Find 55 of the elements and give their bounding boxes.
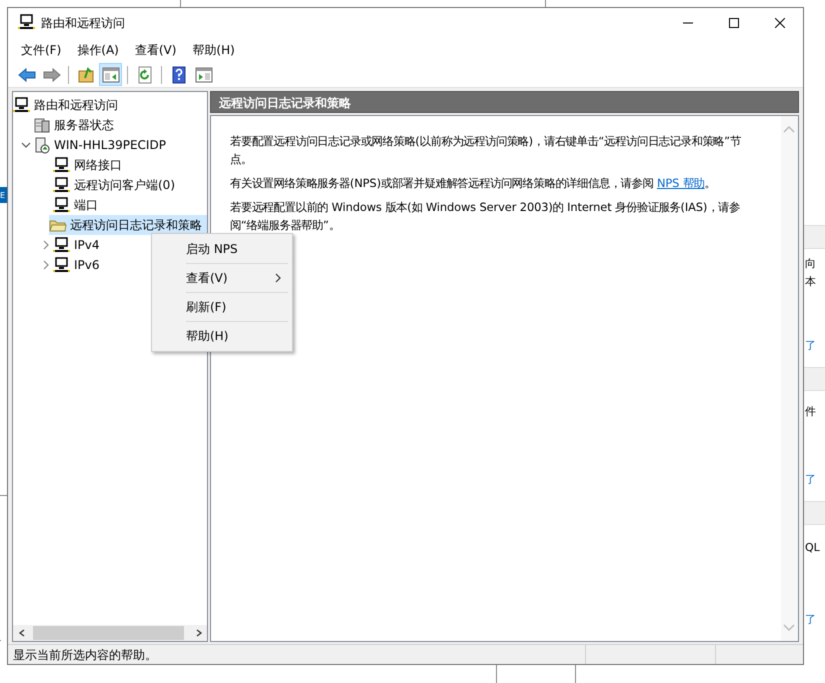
tree-item[interactable]: WIN-HHL39PECIDP: [51, 136, 169, 154]
scroll-left-icon[interactable]: [18, 629, 26, 637]
nps-help-link[interactable]: NPS 帮助: [656, 176, 705, 190]
fragment-text: 向: [805, 257, 816, 270]
paragraph: 若要远程配置以前的 Windows 版本(如 Windows Server 2003)的 Internet 身份验证服务(IAS)，请参阅“络端服务器帮助”。: [230, 199, 741, 234]
tree-item[interactable]: 端口: [71, 196, 101, 214]
forward-icon: [42, 66, 60, 84]
show-pane-icon: [194, 66, 212, 84]
fragment-text: E: [0, 191, 6, 200]
server-icon: [33, 136, 51, 154]
tree-item[interactable]: 服务器状态: [51, 116, 117, 134]
link-fragment[interactable]: 了: [805, 473, 816, 486]
tree-item[interactable]: IPv6: [71, 256, 103, 274]
tree-item[interactable]: 网络接口: [71, 156, 125, 174]
computer-icon: [53, 256, 71, 274]
context-menu-item[interactable]: 帮助(H): [154, 323, 290, 349]
fragment-text: 本: [805, 275, 816, 288]
context-menu-item[interactable]: 查看(V): [154, 265, 290, 291]
menu-item[interactable]: 操作(A): [70, 38, 126, 60]
expand-icon[interactable]: [41, 240, 51, 250]
scroll-right-icon[interactable]: [194, 629, 202, 637]
computer-icon: [53, 196, 71, 214]
menu-item[interactable]: 查看(V): [128, 38, 184, 60]
collapse-icon[interactable]: [21, 140, 31, 150]
link-fragment[interactable]: 了: [805, 613, 816, 626]
show-tree-icon: [102, 66, 120, 84]
fragment-text: QL: [805, 541, 820, 554]
back-icon: [18, 66, 36, 84]
expand-icon[interactable]: [41, 260, 51, 270]
fragment-text: 件: [805, 405, 816, 418]
computer-icon: [53, 156, 71, 174]
maximize-icon: [729, 18, 739, 28]
menu-item[interactable]: 文件(F): [14, 38, 68, 60]
link-fragment[interactable]: 了: [805, 339, 816, 352]
tree-item[interactable]: IPv4: [71, 236, 103, 254]
app-icon: [18, 14, 35, 31]
computer-icon: [53, 176, 71, 194]
close-icon: [775, 18, 785, 28]
context-menu-item[interactable]: 刷新(F): [154, 294, 290, 320]
tree-item[interactable]: 路由和远程访问: [31, 96, 121, 114]
refresh-icon: [136, 66, 154, 84]
help-icon: [170, 66, 188, 84]
paragraph: 若要配置远程访问日志记录或网络策略(以前称为远程访问策略)，请右键单击“远程访问日志记录和策略”节点。: [230, 133, 742, 168]
scrollbar-thumb[interactable]: [33, 626, 184, 640]
server-icon: [33, 116, 51, 134]
folder-up-icon: [76, 66, 94, 84]
context-menu-item[interactable]: 启动 NPS: [154, 236, 290, 262]
menu-item[interactable]: 帮助(H): [185, 38, 242, 60]
toolbar-button[interactable]: [99, 63, 122, 86]
computer-icon: [53, 236, 71, 254]
tree-item[interactable]: 远程访问客户端(0): [71, 176, 178, 194]
paragraph: 有关设置网络策略服务器(NPS)或部署并疑难解答远程访问网络策略的详细信息，请参阅 NPS 帮助。: [230, 175, 716, 192]
status-text: 显示当前所选内容的帮助。: [12, 647, 158, 664]
window-title: 路由和远程访问: [41, 14, 125, 32]
panel-header: 远程访问日志记录和策略: [210, 91, 799, 113]
